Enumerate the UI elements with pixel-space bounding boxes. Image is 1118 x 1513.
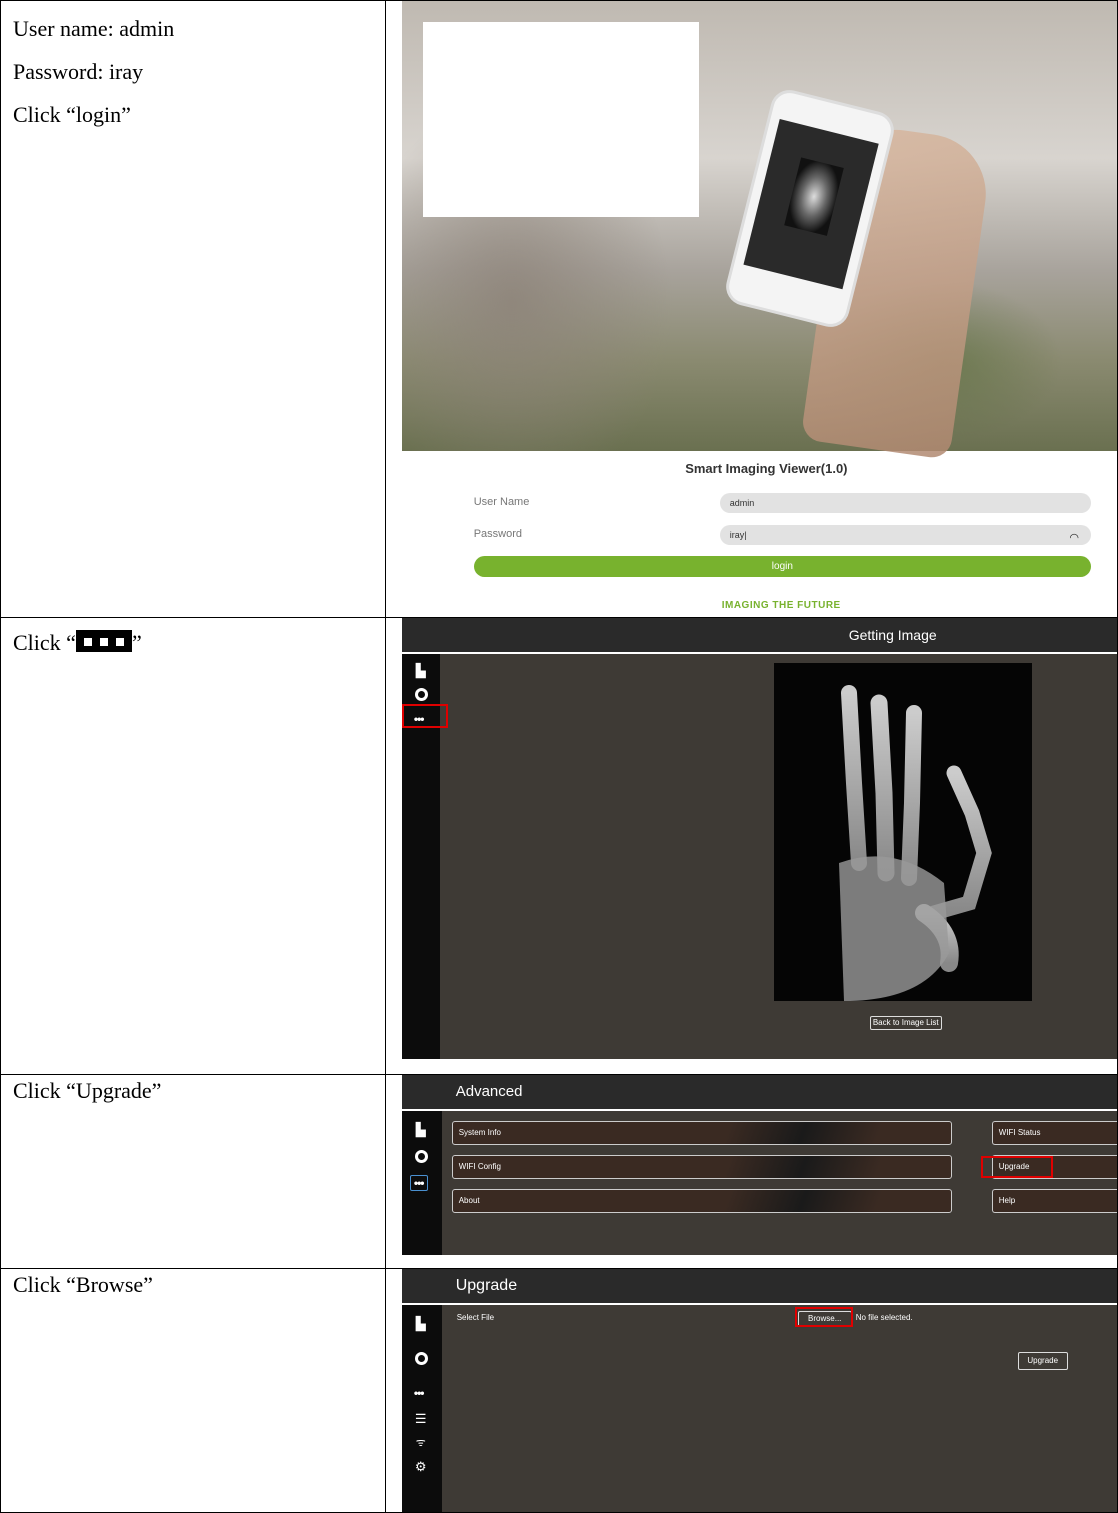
instruction-cell: Click “Browse” bbox=[0, 1268, 386, 1513]
blank-overlay-box bbox=[422, 22, 699, 217]
instruction-cell: Click “ ” bbox=[0, 617, 386, 1075]
instruction-prefix: Click “ bbox=[13, 630, 76, 655]
instruction-line: User name: admin bbox=[13, 16, 175, 41]
copy-icon[interactable]: ▙ bbox=[414, 1317, 428, 1331]
help-item[interactable]: Help bbox=[991, 1189, 1117, 1213]
top-bar: Getting Image bbox=[401, 618, 1117, 654]
sidebar: ▙ ••• bbox=[401, 1111, 442, 1255]
list-icon[interactable]: ☰ bbox=[414, 1412, 428, 1426]
system-info-item[interactable]: System Info bbox=[451, 1121, 952, 1145]
top-bar: Upgrade bbox=[401, 1269, 1117, 1305]
highlight-box bbox=[794, 1307, 853, 1327]
step-row-browse: Click “Browse” Upgrade ▙ ••• ☰ ᯤ ⚙ Selec… bbox=[0, 1268, 1118, 1513]
page-title: Advanced bbox=[455, 1083, 523, 1100]
instruction-table: User name: admin Password: iray Click “l… bbox=[0, 0, 1118, 1513]
xray-image bbox=[773, 663, 1032, 1001]
instruction-suffix: ” bbox=[131, 630, 142, 655]
screenshot-cell: Smart Imaging Viewer(1.0) User Name admi… bbox=[384, 0, 1118, 618]
capture-icon[interactable] bbox=[414, 1150, 429, 1164]
back-to-list-button[interactable]: Back to Image List bbox=[869, 1016, 942, 1030]
page-title: Upgrade bbox=[455, 1277, 518, 1294]
capture-icon[interactable] bbox=[414, 1352, 429, 1366]
highlight-box bbox=[401, 704, 448, 728]
copy-icon[interactable]: ▙ bbox=[414, 1123, 428, 1137]
sidebar: ▙ ••• ☰ ᯤ ⚙ bbox=[401, 1305, 442, 1512]
login-button[interactable]: login bbox=[473, 556, 1091, 577]
login-hero-photo bbox=[401, 1, 1117, 460]
step-row-upgrade: Click “Upgrade” Advanced ▙ ••• System In… bbox=[0, 1074, 1118, 1269]
wifi-status-item[interactable]: WIFI Status bbox=[991, 1121, 1117, 1145]
password-value: iray| bbox=[729, 530, 747, 540]
highlight-box bbox=[980, 1156, 1053, 1178]
eye-icon[interactable]: ◠ bbox=[1069, 528, 1079, 548]
username-value: admin bbox=[729, 498, 755, 508]
about-item[interactable]: About bbox=[451, 1189, 952, 1213]
instruction-line: Click “login” bbox=[13, 102, 131, 127]
more-dots-icon[interactable]: ••• bbox=[412, 1386, 426, 1400]
instruction-cell: Click “Upgrade” bbox=[0, 1074, 386, 1269]
slogan: IMAGING THE FUTURE bbox=[721, 600, 841, 611]
wifi-settings-icon[interactable]: ⚙ bbox=[414, 1460, 428, 1474]
screenshot-cell: Upgrade ▙ ••• ☰ ᯤ ⚙ Select File Browse..… bbox=[384, 1268, 1118, 1513]
more-dots-icon bbox=[75, 630, 132, 652]
copy-icon[interactable]: ▙ bbox=[414, 664, 428, 678]
step-row-login: User name: admin Password: iray Click “l… bbox=[0, 0, 1118, 618]
instruction-line: Click “Upgrade” bbox=[13, 1078, 162, 1103]
top-bar: Advanced bbox=[401, 1075, 1117, 1111]
instruction-cell: User name: admin Password: iray Click “l… bbox=[0, 0, 386, 618]
screenshot-cell: Getting Image ▙ ••• Back to Image List bbox=[384, 617, 1118, 1075]
app-title: Smart Imaging Viewer(1.0) bbox=[685, 461, 848, 476]
page-title: Getting Image bbox=[848, 627, 937, 643]
upgrade-button[interactable]: Upgrade bbox=[1017, 1352, 1068, 1370]
password-field[interactable]: iray| ◠ bbox=[719, 525, 1091, 548]
wifi-config-item[interactable]: WIFI Config bbox=[451, 1155, 952, 1179]
instruction-line: Click “Browse” bbox=[13, 1272, 153, 1297]
password-label: Password bbox=[473, 528, 523, 540]
instruction-line: Password: iray bbox=[13, 59, 144, 84]
username-field[interactable]: admin bbox=[719, 493, 1091, 513]
wifi-icon[interactable]: ᯤ bbox=[414, 1436, 428, 1450]
select-file-label: Select File bbox=[456, 1313, 495, 1322]
more-dots-icon[interactable]: ••• bbox=[409, 1175, 428, 1191]
no-file-text: No file selected. bbox=[855, 1313, 913, 1322]
step-row-more: Click “ ” Getting Image ▙ ••• Back to Ima… bbox=[0, 617, 1118, 1075]
capture-icon[interactable] bbox=[414, 688, 429, 702]
screenshot-cell: Advanced ▙ ••• System Info WIFI Config A… bbox=[384, 1074, 1118, 1269]
username-label: User Name bbox=[473, 496, 530, 508]
